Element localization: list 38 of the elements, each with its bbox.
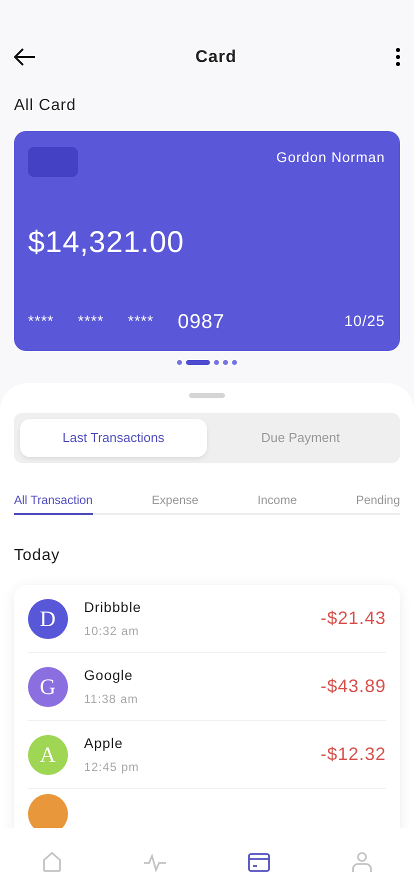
card-icon[interactable] — [246, 850, 271, 874]
segment-tab[interactable]: Last Transactions — [20, 419, 207, 457]
merchant-name: Dribbble — [84, 598, 142, 617]
transaction-time: 11:38 am — [84, 691, 140, 708]
page-dot[interactable] — [223, 360, 228, 364]
segment-tab[interactable]: Due Payment — [207, 419, 394, 457]
masked-digits: **** — [78, 312, 104, 332]
card-last-digits: 0987 — [178, 310, 225, 335]
masked-digits: **** — [28, 312, 54, 332]
masked-digits: **** — [128, 312, 154, 332]
avatar: A — [28, 734, 68, 774]
transaction-amount: -$21.43 — [320, 607, 386, 630]
avatar: D — [28, 598, 68, 638]
page-title: Card — [195, 46, 237, 68]
transaction-amount: -$12.32 — [320, 743, 386, 766]
page-dot[interactable] — [177, 360, 182, 364]
merchant-name: Google — [84, 666, 134, 685]
filter-tab[interactable]: Pending — [356, 491, 400, 515]
card-expiry: 10/25 — [344, 312, 385, 332]
avatar: G — [28, 666, 68, 706]
bank-card[interactable]: Gordon Norman $14,321.00 **** **** **** 0987 10/25 — [14, 131, 400, 351]
day-heading: Today — [14, 546, 61, 566]
page-dot[interactable] — [232, 360, 237, 364]
chip-icon — [28, 147, 78, 177]
transaction-time: 10:32 am — [84, 623, 140, 640]
transaction-time: 12:45 pm — [84, 759, 140, 776]
page-dot[interactable] — [214, 360, 219, 364]
filter-tab[interactable]: Income — [258, 491, 297, 515]
merchant-name: Apple — [84, 734, 124, 753]
filter-tab[interactable]: Expense — [152, 491, 198, 515]
section-title: All Card — [14, 96, 78, 116]
card-holder: Gordon Norman — [276, 148, 385, 167]
card-balance: $14,321.00 — [28, 224, 186, 260]
transaction-amount: -$43.89 — [320, 675, 386, 698]
back-icon[interactable] — [14, 48, 36, 66]
drag-handle[interactable] — [189, 393, 225, 398]
more-icon[interactable] — [396, 48, 400, 66]
filter-tab[interactable]: All Transaction — [14, 491, 93, 515]
